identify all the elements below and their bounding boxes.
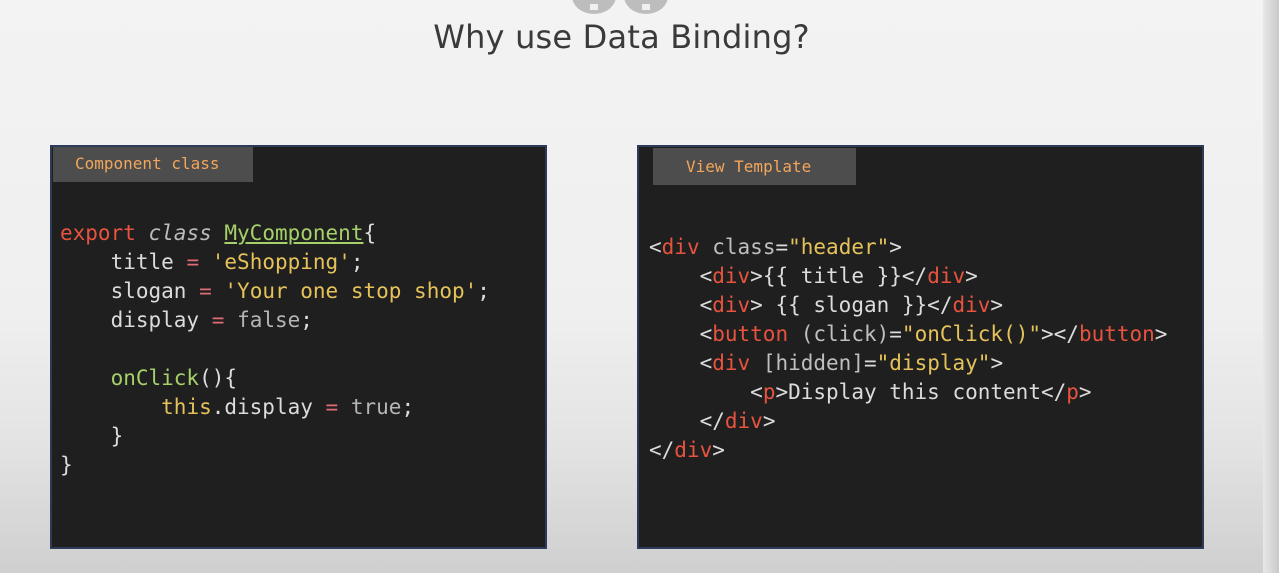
template-line-7: </div> (699, 409, 776, 433)
code-line-2: title = 'eShopping'; (110, 250, 364, 274)
view-template-label: View Template (653, 148, 856, 185)
component-class-panel: Component class export class MyComponent… (50, 145, 547, 549)
next-control-button[interactable] (624, 0, 668, 14)
template-line-5: <div [hidden]="display"> (699, 351, 1004, 375)
code-line-3: slogan = 'Your one stop shop'; (110, 279, 490, 303)
code-line-6: onClick(){ (110, 366, 238, 390)
code-line-1: export class MyComponent{ (60, 221, 377, 245)
component-code-block: export class MyComponent{ title = 'eShop… (60, 219, 490, 480)
code-line-8: } (110, 424, 124, 448)
template-code-block: <div class="header"> <div>{{ title }}</d… (649, 233, 1167, 465)
template-line-1: <div class="header"> (649, 235, 902, 259)
template-line-4: <button (click)="onClick()"></button> (699, 322, 1168, 346)
slide-title: Why use Data Binding? (433, 18, 810, 56)
code-line-7: this.display = true; (161, 395, 415, 419)
previous-control-button[interactable] (572, 0, 616, 14)
right-edge-shade (1263, 0, 1279, 573)
code-line-4: display = false; (110, 308, 313, 332)
template-line-2: <div>{{ title }}</div> (699, 264, 978, 288)
code-line-9: } (60, 453, 73, 477)
view-template-panel: View Template <div class="header"> <div>… (637, 145, 1204, 549)
template-line-6: <p>Display this content</p> (750, 380, 1092, 404)
component-class-label: Component class (53, 147, 253, 182)
next-icon (642, 4, 650, 10)
template-line-8: </div> (649, 438, 725, 462)
player-controls (572, 0, 668, 14)
template-line-3: <div> {{ slogan }}</div> (699, 293, 1004, 317)
previous-icon (590, 4, 598, 10)
